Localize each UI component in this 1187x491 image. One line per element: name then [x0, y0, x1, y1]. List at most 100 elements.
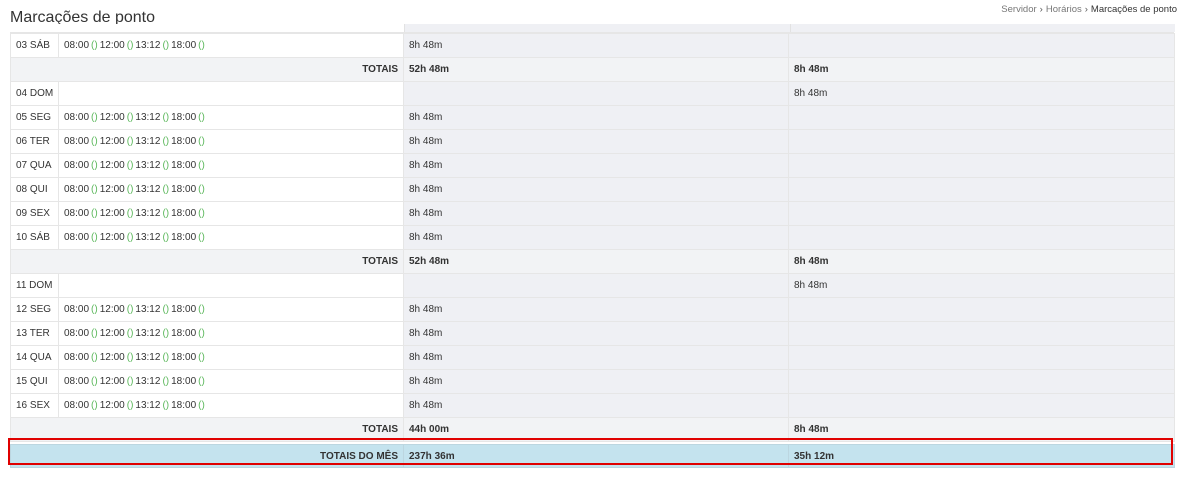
time-mark[interactable]: 08:00	[64, 184, 89, 195]
time-mark[interactable]: 12:00	[100, 304, 125, 315]
time-mark[interactable]: 12:00	[100, 400, 125, 411]
time-mark[interactable]: 18:00	[171, 112, 196, 123]
mark-detail-link[interactable]: ()	[91, 304, 98, 315]
mark-detail-link[interactable]: ()	[91, 112, 98, 123]
mark-detail-link[interactable]: ()	[162, 208, 169, 219]
time-mark[interactable]: 13:12	[135, 160, 160, 171]
time-mark[interactable]: 08:00	[64, 232, 89, 243]
mark-detail-link[interactable]: ()	[91, 232, 98, 243]
time-mark[interactable]: 08:00	[64, 352, 89, 363]
time-mark[interactable]: 08:00	[64, 400, 89, 411]
mark-detail-link[interactable]: ()	[162, 40, 169, 51]
mark-detail-link[interactable]: ()	[198, 304, 205, 315]
mark-detail-link[interactable]: ()	[91, 328, 98, 339]
time-mark[interactable]: 18:00	[171, 40, 196, 51]
mark-detail-link[interactable]: ()	[162, 136, 169, 147]
mark-detail-link[interactable]: ()	[127, 376, 134, 387]
time-mark[interactable]: 18:00	[171, 400, 196, 411]
time-mark[interactable]: 12:00	[100, 328, 125, 339]
time-mark[interactable]: 18:00	[171, 160, 196, 171]
mark-detail-link[interactable]: ()	[127, 400, 134, 411]
time-mark[interactable]: 13:12	[135, 352, 160, 363]
mark-detail-link[interactable]: ()	[91, 160, 98, 171]
mark-detail-link[interactable]: ()	[91, 40, 98, 51]
mark-detail-link[interactable]: ()	[198, 328, 205, 339]
mark-detail-link[interactable]: ()	[162, 400, 169, 411]
mark-detail-link[interactable]: ()	[91, 376, 98, 387]
mark-detail-link[interactable]: ()	[127, 160, 134, 171]
mark-detail-link[interactable]: ()	[198, 376, 205, 387]
time-mark[interactable]: 08:00	[64, 40, 89, 51]
mark-detail-link[interactable]: ()	[127, 112, 134, 123]
time-mark[interactable]: 18:00	[171, 376, 196, 387]
time-mark[interactable]: 12:00	[100, 184, 125, 195]
time-mark[interactable]: 12:00	[100, 136, 125, 147]
mark-detail-link[interactable]: ()	[127, 304, 134, 315]
time-mark[interactable]: 08:00	[64, 328, 89, 339]
mark-detail-link[interactable]: ()	[198, 352, 205, 363]
time-mark[interactable]: 12:00	[100, 112, 125, 123]
mark-detail-link[interactable]: ()	[127, 208, 134, 219]
mark-detail-link[interactable]: ()	[91, 208, 98, 219]
mark-detail-link[interactable]: ()	[91, 352, 98, 363]
time-mark[interactable]: 12:00	[100, 376, 125, 387]
mark-detail-link[interactable]: ()	[162, 160, 169, 171]
time-mark[interactable]: 13:12	[135, 232, 160, 243]
mark-detail-link[interactable]: ()	[127, 136, 134, 147]
breadcrumb-item-servidor[interactable]: Servidor	[1001, 4, 1036, 15]
mark-detail-link[interactable]: ()	[127, 352, 134, 363]
time-mark[interactable]: 08:00	[64, 304, 89, 315]
time-mark[interactable]: 13:12	[135, 400, 160, 411]
mark-detail-link[interactable]: ()	[162, 352, 169, 363]
time-mark[interactable]: 13:12	[135, 184, 160, 195]
time-mark[interactable]: 08:00	[64, 136, 89, 147]
time-mark[interactable]: 08:00	[64, 160, 89, 171]
time-mark[interactable]: 18:00	[171, 328, 196, 339]
time-mark[interactable]: 13:12	[135, 376, 160, 387]
time-mark[interactable]: 13:12	[135, 112, 160, 123]
time-mark[interactable]: 13:12	[135, 40, 160, 51]
time-mark[interactable]: 13:12	[135, 136, 160, 147]
time-mark[interactable]: 08:00	[64, 208, 89, 219]
worked-cell: 8h 48m	[403, 225, 789, 250]
time-mark[interactable]: 18:00	[171, 352, 196, 363]
mark-detail-link[interactable]: ()	[198, 208, 205, 219]
time-mark[interactable]: 18:00	[171, 232, 196, 243]
mark-detail-link[interactable]: ()	[127, 232, 134, 243]
mark-detail-link[interactable]: ()	[162, 184, 169, 195]
mark-detail-link[interactable]: ()	[127, 328, 134, 339]
mark-detail-link[interactable]: ()	[162, 304, 169, 315]
time-mark[interactable]: 18:00	[171, 304, 196, 315]
mark-detail-link[interactable]: ()	[162, 232, 169, 243]
worked-cell: 8h 48m	[403, 369, 789, 394]
time-mark[interactable]: 12:00	[100, 208, 125, 219]
time-mark[interactable]: 18:00	[171, 136, 196, 147]
time-mark[interactable]: 08:00	[64, 376, 89, 387]
time-mark[interactable]: 18:00	[171, 184, 196, 195]
time-mark[interactable]: 12:00	[100, 160, 125, 171]
time-mark[interactable]: 18:00	[171, 208, 196, 219]
breadcrumb-item-horarios[interactable]: Horários	[1046, 4, 1082, 15]
time-mark[interactable]: 12:00	[100, 232, 125, 243]
time-mark[interactable]: 13:12	[135, 328, 160, 339]
mark-detail-link[interactable]: ()	[162, 328, 169, 339]
mark-detail-link[interactable]: ()	[198, 40, 205, 51]
mark-detail-link[interactable]: ()	[198, 160, 205, 171]
time-mark[interactable]: 13:12	[135, 208, 160, 219]
mark-detail-link[interactable]: ()	[198, 232, 205, 243]
mark-detail-link[interactable]: ()	[198, 184, 205, 195]
mark-detail-link[interactable]: ()	[127, 40, 134, 51]
time-mark[interactable]: 12:00	[100, 40, 125, 51]
mark-detail-link[interactable]: ()	[198, 112, 205, 123]
mark-detail-link[interactable]: ()	[91, 400, 98, 411]
mark-detail-link[interactable]: ()	[127, 184, 134, 195]
time-mark[interactable]: 08:00	[64, 112, 89, 123]
time-mark[interactable]: 13:12	[135, 304, 160, 315]
mark-detail-link[interactable]: ()	[198, 400, 205, 411]
mark-detail-link[interactable]: ()	[162, 376, 169, 387]
mark-detail-link[interactable]: ()	[91, 184, 98, 195]
mark-detail-link[interactable]: ()	[162, 112, 169, 123]
mark-detail-link[interactable]: ()	[198, 136, 205, 147]
time-mark[interactable]: 12:00	[100, 352, 125, 363]
mark-detail-link[interactable]: ()	[91, 136, 98, 147]
